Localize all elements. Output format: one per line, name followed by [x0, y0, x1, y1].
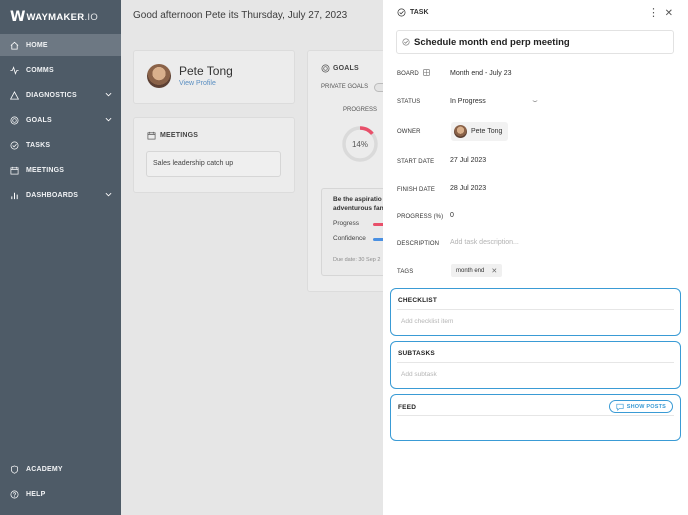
- subtask-input[interactable]: Add subtask: [401, 371, 437, 378]
- panel-title: TASK: [410, 9, 429, 16]
- sidebar-item-help[interactable]: HELP: [0, 483, 121, 505]
- goals-title: GOALS: [333, 65, 359, 72]
- goal-due-date: Due date: 30 Sep 2: [333, 257, 381, 263]
- sidebar-item-label: DASHBOARDS: [26, 191, 79, 199]
- checklist-section: CHECKLIST Add checklist item: [390, 288, 681, 336]
- goal-confidence-label: Confidence: [333, 235, 366, 242]
- help-circle-icon: [10, 490, 19, 499]
- avatar[interactable]: [147, 64, 171, 88]
- task-title: Schedule month end perp meeting: [414, 36, 570, 48]
- greeting: Good afternoon Pete its Thursday, July 2…: [133, 10, 348, 21]
- sidebar-item-label: HELP: [26, 490, 46, 498]
- sidebar-item-comms[interactable]: COMMS: [0, 59, 121, 81]
- finish-date-label: FINISH DATE: [397, 187, 435, 193]
- sidebar-item-label: HOME: [26, 41, 48, 49]
- status-select[interactable]: In Progress: [450, 98, 486, 105]
- close-icon[interactable]: ✕: [665, 8, 673, 19]
- goal-progress-label: Progress: [333, 220, 360, 227]
- comment-icon: [616, 403, 624, 411]
- feed-section: FEED SHOW POSTS: [390, 394, 681, 441]
- calendar-icon: [10, 166, 19, 175]
- finish-date-value[interactable]: 28 Jul 2023: [450, 185, 486, 192]
- description-label: DESCRIPTION: [397, 241, 440, 247]
- subtasks-section: SUBTASKS Add subtask: [390, 341, 681, 389]
- sidebar-item-dashboards[interactable]: DASHBOARDS: [0, 184, 121, 206]
- chevron-down-icon[interactable]: [105, 191, 112, 198]
- more-options-icon[interactable]: ⋮: [648, 8, 659, 19]
- check-circle-icon[interactable]: [402, 38, 410, 46]
- sidebar-item-label: ACADEMY: [26, 465, 63, 473]
- start-date-value[interactable]: 27 Jul 2023: [450, 157, 486, 164]
- sidebar-item-home[interactable]: HOME: [0, 34, 121, 56]
- profile-name: Pete Tong: [179, 64, 233, 78]
- sidebar-item-label: TASKS: [26, 141, 51, 149]
- sidebar-item-label: COMMS: [26, 66, 54, 74]
- calendar-icon: [147, 131, 156, 140]
- profile-card: Pete Tong View Profile: [133, 50, 295, 104]
- sidebar-item-academy[interactable]: ACADEMY: [0, 458, 121, 480]
- bar-chart-icon: [10, 191, 19, 200]
- remove-tag-icon[interactable]: ✕: [491, 267, 497, 275]
- check-circle-icon: [10, 141, 19, 150]
- start-date-label: START DATE: [397, 159, 435, 165]
- sidebar-item-label: DIAGNOSTICS: [26, 91, 77, 99]
- divider: [397, 415, 674, 416]
- triangle-icon: [10, 90, 19, 100]
- chevron-down-icon[interactable]: [105, 116, 112, 123]
- subtasks-title: SUBTASKS: [398, 350, 435, 357]
- board-icon: [423, 69, 430, 76]
- chevron-down-icon[interactable]: [105, 91, 112, 98]
- status-label: STATUS: [397, 99, 421, 105]
- panel-header: TASK: [397, 8, 429, 17]
- sidebar-item-meetings[interactable]: MEETINGS: [0, 159, 121, 181]
- private-goals-label: PRIVATE GOALS: [321, 84, 369, 90]
- show-posts-label: SHOW POSTS: [626, 403, 666, 410]
- owner-chip[interactable]: Pete Tong: [451, 122, 509, 141]
- sidebar: W WAYMAKER.IO HOME COMMS DIAGNOSTICS GOA…: [0, 0, 121, 515]
- goal-description: Be the aspiratio adventurous fan: [333, 196, 384, 212]
- goal-item[interactable]: Be the aspiratio adventurous fan Progress…: [321, 188, 391, 276]
- avatar: [454, 125, 467, 138]
- divider: [397, 362, 674, 363]
- tags-label: TAGS: [397, 269, 414, 275]
- meetings-title: MEETINGS: [160, 132, 199, 139]
- sidebar-item-diagnostics[interactable]: DIAGNOSTICS: [0, 84, 121, 106]
- sidebar-item-goals[interactable]: GOALS: [0, 109, 121, 131]
- sidebar-item-label: MEETINGS: [26, 166, 65, 174]
- logo-text: WAYMAKER.IO: [26, 11, 99, 23]
- app-logo[interactable]: W WAYMAKER.IO: [10, 9, 98, 25]
- divider: [397, 309, 674, 310]
- shield-icon: [10, 465, 19, 474]
- checklist-title: CHECKLIST: [398, 297, 437, 304]
- sidebar-item-label: GOALS: [26, 116, 52, 124]
- task-panel: TASK ⋮ ✕ Schedule month end perp meeting…: [383, 0, 688, 515]
- pulse-icon: [10, 65, 19, 75]
- logo-mark: W: [10, 9, 26, 25]
- check-circle-icon: [397, 8, 406, 17]
- tag-label: month end: [456, 267, 485, 274]
- chevron-down-icon[interactable]: [532, 98, 538, 104]
- target-icon: [10, 116, 19, 125]
- board-value[interactable]: Month end - July 23: [450, 70, 511, 77]
- progress-ring: 14%: [342, 126, 378, 162]
- feed-title: FEED: [398, 404, 417, 411]
- progress-label: PROGRESS (%): [397, 214, 444, 220]
- tag-chip[interactable]: month end ✕: [451, 264, 503, 277]
- board-label: BOARD: [397, 71, 419, 77]
- meeting-item[interactable]: Sales leadership catch up: [146, 151, 281, 177]
- progress-label: PROGRESS: [343, 107, 378, 113]
- sidebar-item-tasks[interactable]: TASKS: [0, 134, 121, 156]
- owner-name: Pete Tong: [471, 128, 503, 135]
- show-posts-button[interactable]: SHOW POSTS: [608, 400, 673, 413]
- progress-input[interactable]: 0: [450, 212, 454, 219]
- home-icon: [10, 41, 19, 50]
- target-icon: [321, 64, 330, 73]
- task-title-field[interactable]: Schedule month end perp meeting: [396, 30, 674, 54]
- progress-value: 14%: [352, 140, 368, 149]
- description-input[interactable]: Add task description...: [450, 239, 519, 246]
- checklist-input[interactable]: Add checklist item: [401, 318, 453, 325]
- owner-label: OWNER: [397, 129, 421, 135]
- view-profile-link[interactable]: View Profile: [179, 80, 216, 87]
- dashboard: Good afternoon Pete its Thursday, July 2…: [121, 0, 397, 515]
